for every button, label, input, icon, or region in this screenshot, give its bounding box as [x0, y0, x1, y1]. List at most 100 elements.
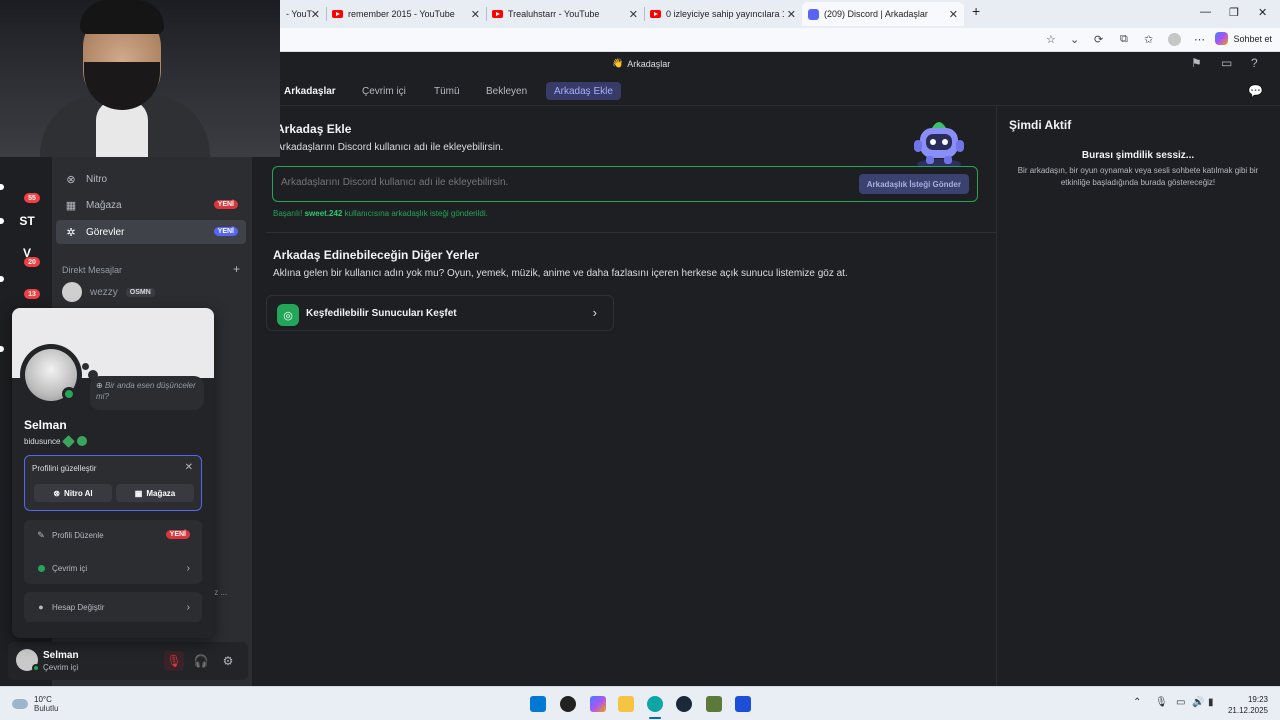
- file-explorer-icon[interactable]: [618, 696, 634, 712]
- sidebar-item-quests[interactable]: ✲ Görevler YENİ: [56, 220, 246, 244]
- empty-state-description: Bir arkadaşın, bir oyun oynamak veya ses…: [1017, 166, 1259, 187]
- create-dm-button[interactable]: +: [233, 262, 240, 276]
- settings-gear-icon[interactable]: ⚙: [218, 651, 238, 671]
- tab-title: 0 izleyiciye sahip yayıncılara 100.0: [666, 9, 784, 19]
- explore-servers-button[interactable]: ◎ Keşfedilebilir Sunucuları Keşfet ›: [266, 295, 614, 331]
- network-icon[interactable]: ▭: [1176, 697, 1185, 708]
- online-status-icon: [36, 564, 46, 572]
- youtube-icon: [492, 10, 503, 18]
- tab-pending[interactable]: Bekleyen: [478, 82, 535, 100]
- favorites-icon[interactable]: ✩: [1144, 33, 1153, 46]
- profile-display-name: Selman: [24, 418, 67, 432]
- windows-start-icon[interactable]: [530, 696, 546, 712]
- new-tab-button[interactable]: +: [972, 3, 980, 19]
- guild-tag: OSMN: [125, 287, 155, 297]
- app-icon[interactable]: [735, 696, 751, 712]
- active-now-panel: [996, 106, 1280, 686]
- edge-icon[interactable]: [647, 696, 663, 712]
- maximize-icon[interactable]: ❐: [1229, 6, 1239, 19]
- custom-status-placeholder: Bir anda esen düşünceler mi?: [96, 381, 196, 401]
- tab-friends[interactable]: Arkadaşlar: [276, 82, 344, 100]
- status-label: Çevrim içi: [52, 563, 88, 573]
- dm-list-item[interactable]: wezzy OSMN: [62, 282, 155, 302]
- edit-profile-row[interactable]: ✎ Profili Düzenle YENİ: [24, 520, 202, 550]
- username-input[interactable]: [281, 177, 841, 188]
- customize-profile-card: Profilini güzelleştir ✕ ⊗ Nitro Al ▦ Mağ…: [24, 455, 202, 511]
- get-nitro-button[interactable]: ⊗ Nitro Al: [34, 484, 112, 502]
- add-friend-subtitle: Arkadaşlarını Discord kullanıcı adı ile …: [276, 142, 504, 153]
- status-row[interactable]: Çevrim içi ›: [24, 553, 202, 583]
- close-icon[interactable]: ✕: [185, 462, 193, 473]
- get-nitro-label: Nitro Al: [64, 488, 93, 498]
- shop-icon: ▦: [65, 199, 77, 212]
- more-icon[interactable]: ⋯: [1194, 33, 1205, 46]
- chevron-right-icon: ›: [186, 601, 190, 613]
- minimize-icon[interactable]: —: [1200, 6, 1211, 18]
- custom-status-bubble[interactable]: ⊕ Bir anda esen düşünceler mi?: [90, 376, 204, 410]
- status-online-dot: [62, 387, 76, 401]
- close-icon[interactable]: ✕: [787, 8, 796, 21]
- nitro-icon: ⊗: [53, 488, 61, 498]
- system-clock[interactable]: 19:23 21.12.2025: [1228, 694, 1268, 716]
- other-places-title: Arkadaş Edinebileceğin Diğer Yerler: [273, 248, 479, 262]
- extensions-icon[interactable]: ⟳: [1094, 33, 1103, 46]
- sidebar-item-shop[interactable]: ▦ Mağaza YENİ: [56, 193, 246, 217]
- tab-add-friend[interactable]: Arkadaş Ekle: [546, 82, 621, 100]
- new-badge: YENİ: [213, 227, 238, 236]
- dm-username: wezzy: [90, 286, 118, 298]
- temperature: 10°C: [34, 695, 52, 704]
- volume-icon[interactable]: 🔊: [1192, 697, 1204, 708]
- cloud-icon: [12, 699, 28, 709]
- shop-button[interactable]: ▦ Mağaza: [116, 484, 194, 502]
- other-places-subtitle: Aklına gelen bir kullanıcı adın yok mu? …: [273, 268, 848, 279]
- close-icon[interactable]: ✕: [949, 8, 958, 21]
- split-screen-icon[interactable]: ⧉: [1120, 33, 1128, 46]
- battery-icon[interactable]: ▮: [1208, 697, 1214, 708]
- new-group-dm-icon[interactable]: 💬: [1248, 84, 1263, 98]
- minecraft-icon[interactable]: [706, 696, 722, 712]
- switch-account-row[interactable]: ● Hesap Değiştir ›: [24, 592, 202, 622]
- new-badge: YENİ: [165, 530, 190, 539]
- windows-taskbar: 10°C Bulutlu ⌃ 🎙 ▭ 🔊 ▮ 19:23 21.12.2025: [0, 686, 1280, 720]
- inbox-flag-icon[interactable]: ⚑: [1191, 56, 1202, 70]
- browser-tab[interactable]: remember 2015 - YouTube ✕: [326, 2, 486, 26]
- user-panel: Selman Çevrim içi 🎙 🎧 ⚙: [8, 642, 248, 680]
- browser-tab-active[interactable]: (209) Discord | Arkadaşlar ✕: [802, 2, 964, 26]
- user-display-name[interactable]: Selman: [43, 650, 79, 661]
- copilot-taskbar-icon[interactable]: [590, 696, 606, 712]
- quest-badge-icon: [62, 434, 76, 448]
- copilot-chat-button[interactable]: Sohbet et: [1215, 32, 1272, 45]
- close-icon[interactable]: ✕: [629, 8, 638, 21]
- help-icon[interactable]: ?: [1251, 56, 1258, 70]
- close-icon[interactable]: ✕: [471, 8, 480, 21]
- sidebar-item-nitro[interactable]: ⊗ Nitro: [56, 167, 246, 191]
- close-window-icon[interactable]: ✕: [1258, 6, 1267, 19]
- status-online-dot: [32, 664, 40, 672]
- weather-widget[interactable]: 10°C Bulutlu: [12, 695, 58, 713]
- browser-tab[interactable]: 0 izleyiciye sahip yayıncılara 100.0 ✕: [644, 2, 802, 26]
- server-icon[interactable]: ST: [14, 208, 40, 234]
- close-icon[interactable]: ✕: [311, 8, 320, 21]
- browser-tab[interactable]: - YouT ✕: [280, 2, 326, 26]
- browser-tab[interactable]: Trealuhstarr - YouTube ✕: [486, 2, 644, 26]
- explore-servers-label: Keşfedilebilir Sunucuları Keşfet: [306, 308, 457, 319]
- tab-all[interactable]: Tümü: [426, 82, 468, 100]
- tab-online[interactable]: Çevrim içi: [354, 82, 414, 100]
- headphones-icon[interactable]: 🎧: [191, 651, 211, 671]
- microphone-icon[interactable]: 🎙: [1155, 697, 1168, 708]
- tab-title: - YouT: [286, 9, 313, 19]
- star-icon[interactable]: ☆: [1046, 33, 1056, 46]
- server-mention-badge: 55: [24, 193, 40, 203]
- chevron-up-icon[interactable]: ⌃: [1133, 697, 1141, 708]
- mute-icon[interactable]: 🎙: [164, 651, 184, 671]
- profile-popout: ⊕ Bir anda esen düşünceler mi? Selman bi…: [12, 308, 214, 638]
- steam-icon[interactable]: [676, 696, 692, 712]
- obs-icon[interactable]: [560, 696, 576, 712]
- chevron-right-icon: ›: [186, 562, 190, 574]
- weather-condition: Bulutlu: [34, 704, 59, 713]
- user-status: Çevrim içi: [43, 663, 79, 672]
- screen-icon[interactable]: ▭: [1221, 56, 1232, 70]
- profile-avatar[interactable]: [1168, 33, 1181, 46]
- send-friend-request-button[interactable]: Arkadaşlık İsteği Gönder: [858, 174, 969, 194]
- download-icon[interactable]: ⌄: [1070, 33, 1079, 46]
